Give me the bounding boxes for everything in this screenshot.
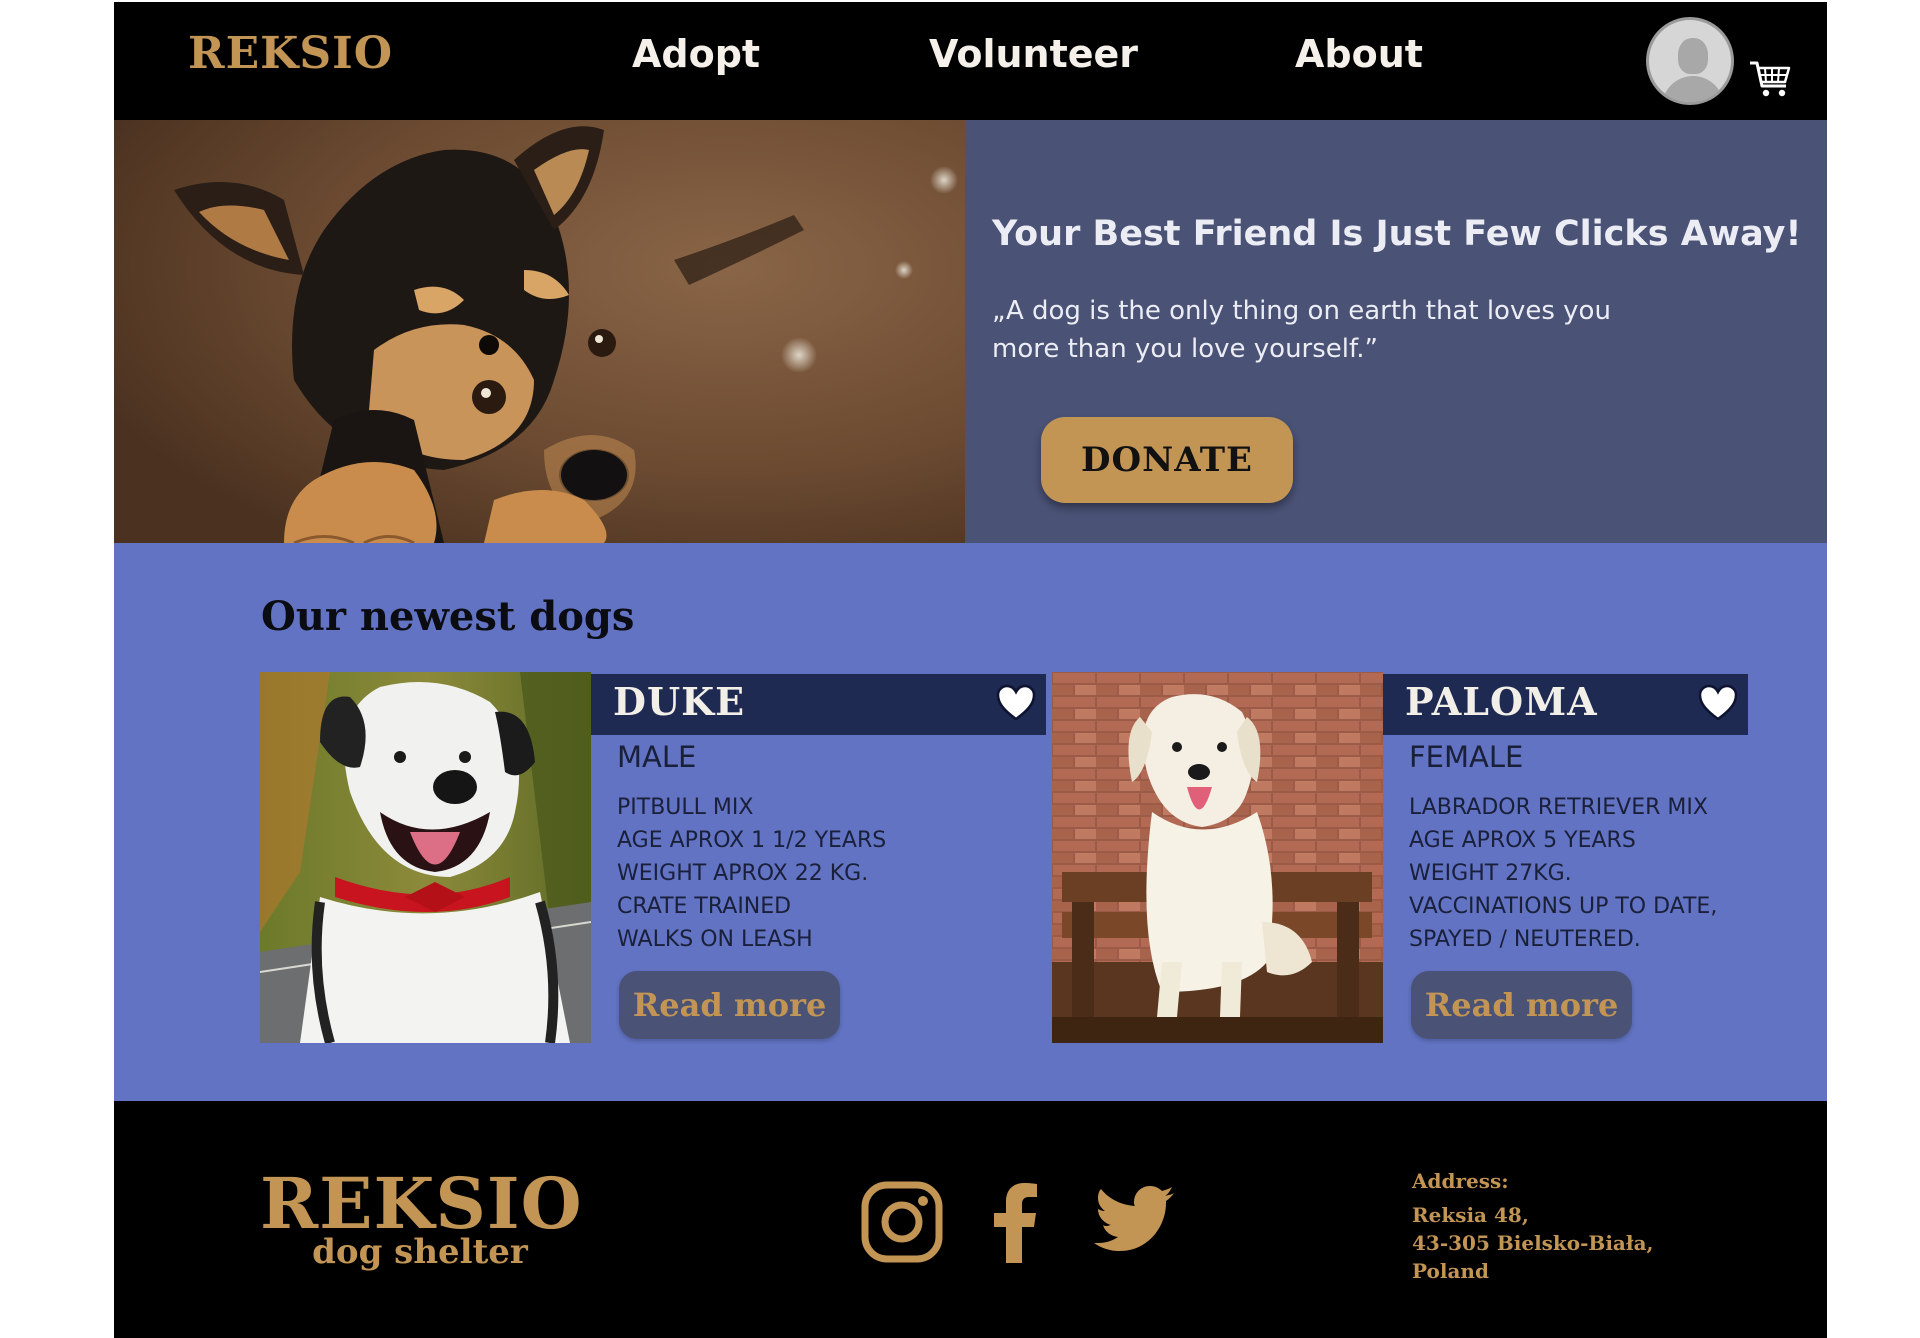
address-line: Reksia 48, <box>1412 1203 1529 1227</box>
site-logo[interactable]: REKSIO <box>188 28 393 79</box>
dog-fact: WEIGHT APROX 22 KG. <box>617 861 869 886</box>
dog-fact: SPAYED / NEUTERED. <box>1409 927 1641 952</box>
dog-photo-paloma[interactable] <box>1052 672 1383 1043</box>
avatar-shoulders-shape <box>1662 76 1724 102</box>
section-title: Our newest dogs <box>261 593 635 640</box>
newest-dogs-section: Our newest dogs DUKE MALE PITBULL MIX AG… <box>114 543 1827 1101</box>
address-line: Poland <box>1412 1259 1489 1283</box>
read-more-button-paloma[interactable]: Read more <box>1411 971 1632 1039</box>
page: REKSIO Adopt Volunteer About Your Best F… <box>114 2 1827 1338</box>
dog-photo-duke[interactable] <box>260 672 591 1043</box>
instagram-icon[interactable] <box>861 1181 943 1263</box>
dog-fact: VACCINATIONS UP TO DATE, <box>1409 894 1718 919</box>
dog-sex: FEMALE <box>1409 740 1524 774</box>
dog-fact: AGE APROX 5 YEARS <box>1409 828 1636 853</box>
dog-fact: AGE APROX 1 1/2 YEARS <box>617 828 887 853</box>
dog-name-bar-duke: DUKE <box>591 674 1046 735</box>
dog-fact: PITBULL MIX <box>617 795 754 820</box>
dog-facts-list: PITBULL MIX AGE APROX 1 1/2 YEARS WEIGHT… <box>617 791 886 956</box>
heart-icon[interactable] <box>1698 684 1738 722</box>
dog-name: DUKE <box>613 679 746 724</box>
dog-facts-list: LABRADOR RETRIEVER MIX AGE APROX 5 YEARS… <box>1409 791 1717 956</box>
facebook-icon[interactable] <box>991 1181 1039 1263</box>
hero-panel: Your Best Friend Is Just Few Clicks Away… <box>965 120 1827 543</box>
user-avatar-icon[interactable] <box>1646 17 1734 105</box>
dog-name: PALOMA <box>1405 679 1598 724</box>
heart-icon[interactable] <box>996 684 1036 722</box>
nav-volunteer-link[interactable]: Volunteer <box>929 32 1138 76</box>
footer-logo-name: REKSIO <box>260 1162 583 1245</box>
footer-address: Address: Reksia 48, 43-305 Bielsko-Biała… <box>1412 1167 1654 1285</box>
read-more-button-duke[interactable]: Read more <box>619 971 840 1039</box>
dog-fact: LABRADOR RETRIEVER MIX <box>1409 795 1708 820</box>
top-navigation-bar: REKSIO Adopt Volunteer About <box>114 2 1827 120</box>
hero-title: Your Best Friend Is Just Few Clicks Away… <box>992 214 1802 254</box>
dog-fact: WEIGHT 27KG. <box>1409 861 1572 886</box>
shopping-cart-icon[interactable] <box>1748 56 1792 100</box>
hero-puppy-photo <box>114 120 965 543</box>
donate-button[interactable]: DONATE <box>1041 417 1293 503</box>
avatar-head-shape <box>1678 38 1708 74</box>
paloma-illustration <box>1052 672 1383 1043</box>
nav-adopt-link[interactable]: Adopt <box>632 32 760 76</box>
dog-fact: WALKS ON LEASH <box>617 927 813 952</box>
nav-about-link[interactable]: About <box>1295 32 1423 76</box>
dog-name-bar-paloma: PALOMA <box>1383 674 1748 735</box>
twitter-icon[interactable] <box>1090 1185 1174 1255</box>
duke-illustration <box>260 672 591 1043</box>
footer: REKSIO dog shelter Address: Reksia 48, 4… <box>114 1101 1827 1338</box>
footer-logo[interactable]: REKSIO dog shelter <box>260 1162 583 1270</box>
dog-fact: CRATE TRAINED <box>617 894 792 919</box>
puppy-illustration <box>114 120 965 543</box>
dog-sex: MALE <box>617 740 697 774</box>
address-line: 43-305 Bielsko-Biała, <box>1412 1231 1654 1255</box>
address-label: Address: <box>1412 1169 1509 1193</box>
hero-quote: „A dog is the only thing on earth that l… <box>992 296 1611 364</box>
